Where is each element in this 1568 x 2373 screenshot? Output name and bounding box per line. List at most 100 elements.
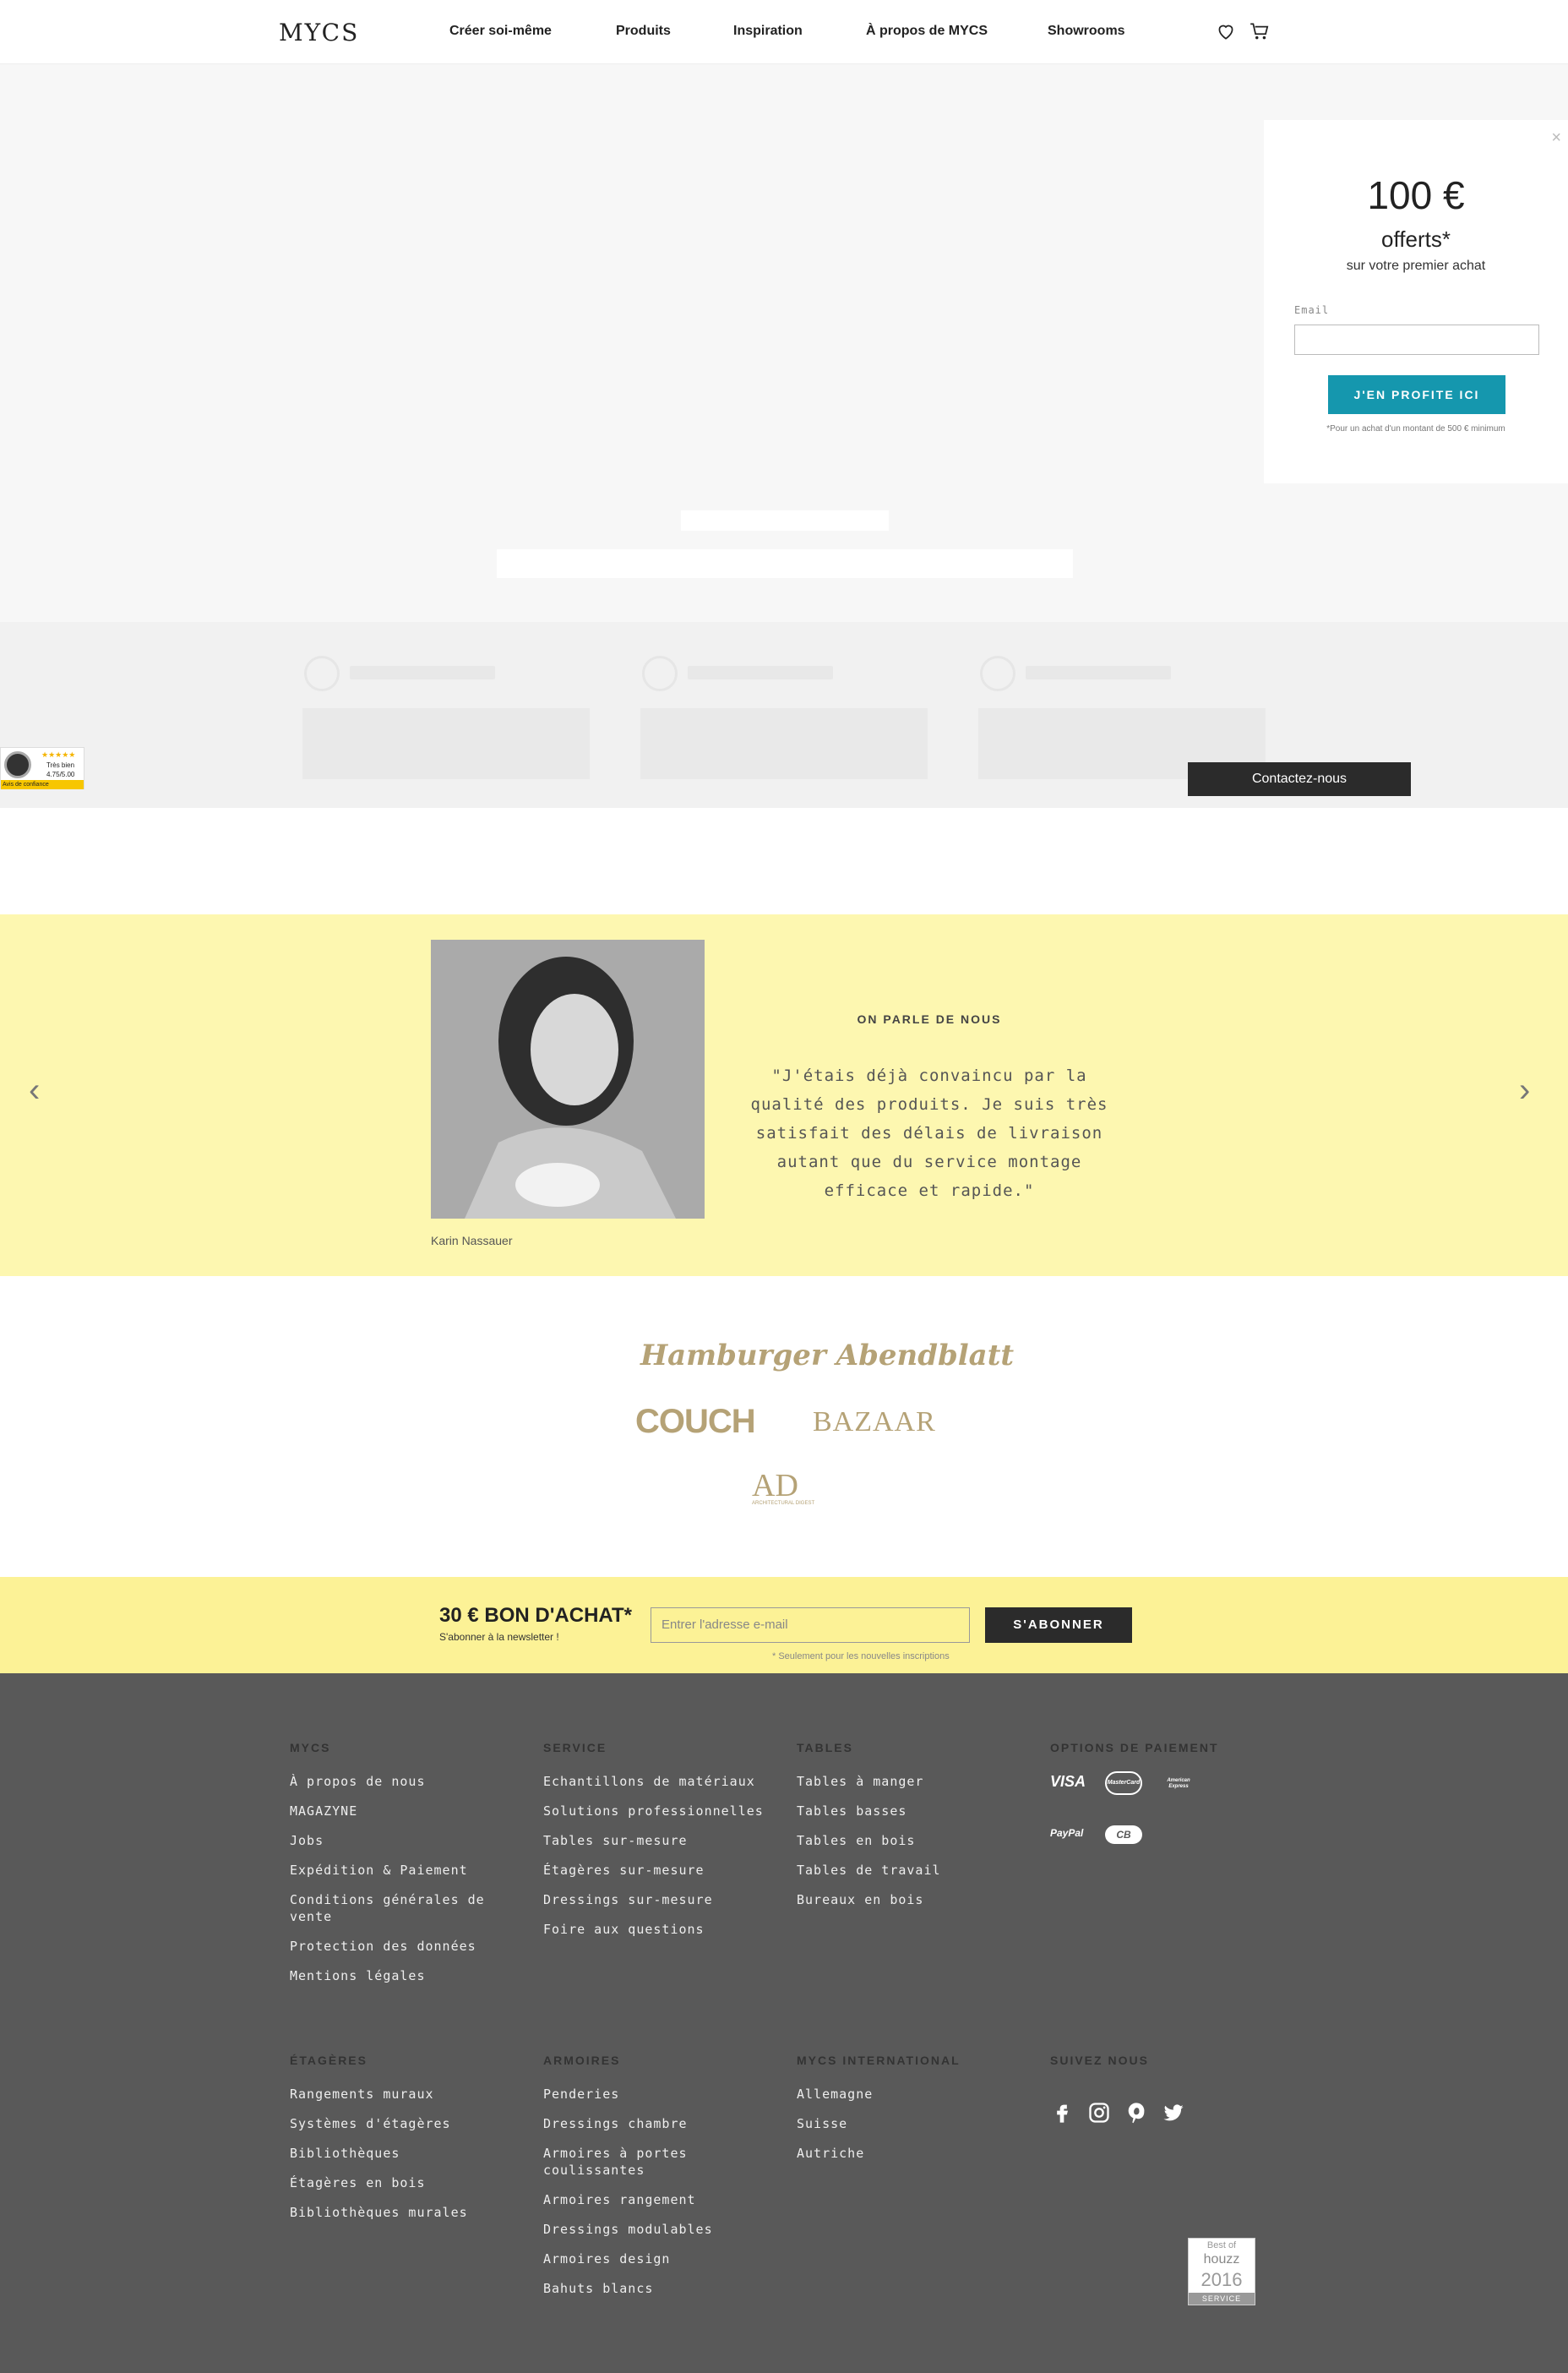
footer-link[interactable]: Allemagne [797,2086,1016,2103]
footer-link[interactable]: Bureaux en bois [797,1891,1016,1908]
footer-link[interactable]: À propos de nous [290,1773,509,1790]
footer-link[interactable]: Tables sur-mesure [543,1832,788,1849]
houzz-year: 2016 [1200,2269,1243,2290]
chevron-left-icon[interactable]: ‹ [29,1072,40,1110]
nav-inspiration[interactable]: Inspiration [733,24,803,39]
footer-heading-tables: TABLES [797,1741,853,1754]
footer-link[interactable]: Dressings modulables [543,2221,729,2238]
press-logo-couch: COUCH [635,1403,756,1440]
popup-subtitle: sur votre premier achat [1346,259,1486,273]
contact-button[interactable]: Contactez-nous [1188,762,1411,796]
footer-link[interactable]: Tables de travail [797,1862,1016,1879]
paypal-icon: PayPal [1050,1827,1084,1839]
footer-link[interactable]: Jobs [290,1832,509,1849]
footer-link[interactable]: Étagères en bois [290,2174,509,2191]
hero-title-skeleton [681,510,889,531]
site-logo[interactable]: MYCS [279,19,359,46]
footer-link[interactable]: Conditions générales de vente [290,1891,509,1925]
trust-score: 4.75/5.00 [46,771,75,778]
footer-heading-shelves: ÉTAGÈRES [290,2054,368,2067]
footer-list-international: Allemagne Suisse Autriche [797,2086,1016,2174]
footer-link[interactable]: Tables basses [797,1803,1016,1819]
footer-link[interactable]: Armoires design [543,2250,729,2267]
footer-link[interactable]: Dressings sur-mesure [543,1891,788,1908]
footer-link[interactable]: Armoires à portes coulissantes [543,2145,729,2179]
trust-badge[interactable]: ★★★★★ Très bien 4.75/5.00 Avis de confia… [0,747,84,789]
stars-icon: ★★★★★ [41,750,76,759]
footer-link[interactable]: Systèmes d'étagères [290,2115,509,2132]
nav-products[interactable]: Produits [616,24,671,39]
footer-link[interactable]: MAGAZYNE [290,1803,509,1819]
houzz-logo: houzz [1203,2252,1240,2267]
newsletter-email-input[interactable]: Entrer l'adresse e-mail [651,1607,970,1643]
footer-link[interactable]: Bahuts blancs [543,2280,729,2297]
footer-list-shelves: Rangements muraux Systèmes d'étagères Bi… [290,2086,509,2234]
amex-icon: American Express [1167,1778,1190,1789]
footer-link[interactable]: Mentions légales [290,1967,509,1984]
footer-heading-mycs: MYCS [290,1741,331,1754]
discount-popup: × 100 € offerts* sur votre premier achat… [1264,120,1568,483]
footer-link[interactable]: Echantillons de matériaux [543,1773,788,1790]
footer-heading-wardrobes: ARMOIRES [543,2054,621,2067]
site-header: MYCS Créer soi-même Produits Inspiration… [0,0,1568,64]
footer-link[interactable]: Expédition & Paiement [290,1862,509,1879]
review-name-skeleton [350,666,495,679]
chevron-right-icon[interactable]: › [1519,1072,1530,1110]
footer-link[interactable]: Bibliothèques murales [290,2204,509,2221]
footer-list-mycs: À propos de nous MAGAZYNE Jobs Expéditio… [290,1773,509,1997]
popup-cta-button[interactable]: J'EN PROFITE ICI [1328,375,1505,414]
footer-link[interactable]: Armoires rangement [543,2191,729,2208]
newsletter-section: 30 € BON D'ACHAT* S'abonner à la newslet… [0,1577,1568,1673]
review-avatar-skeleton [642,656,678,691]
footer-link[interactable]: Suisse [797,2115,1016,2132]
press-logo-bazaar: BAZAAR [813,1406,936,1437]
press-section: Hamburger Abendblatt COUCH BAZAAR AD ARC… [0,1276,1568,1577]
review-text-skeleton [640,708,928,779]
review-name-skeleton [1026,666,1171,679]
footer-link[interactable]: Bibliothèques [290,2145,509,2162]
review-avatar-skeleton [304,656,340,691]
footer-heading-payment: OPTIONS DE PAIEMENT [1050,1741,1219,1754]
nav-create[interactable]: Créer soi-même [449,24,552,39]
houzz-line1: Best of [1206,2240,1237,2250]
newsletter-fine-print: * Seulement pour les nouvelles inscripti… [772,1651,950,1661]
footer-link[interactable]: Penderies [543,2086,729,2103]
footer-link[interactable]: Dressings chambre [543,2115,729,2132]
nav-showrooms[interactable]: Showrooms [1048,24,1125,39]
close-icon[interactable]: × [1551,128,1561,148]
footer-link[interactable]: Protection des données [290,1938,509,1955]
testimonial-title: ON PARLE DE NOUS [857,1012,1002,1026]
footer-link[interactable]: Étagères sur-mesure [543,1862,788,1879]
trust-seal-icon [4,751,31,778]
popup-email-field[interactable] [1294,325,1539,355]
press-logo-ad-sub: ARCHITECTURAL DIGEST [752,1501,815,1506]
instagram-icon[interactable] [1087,2101,1111,2125]
footer-link[interactable]: Autriche [797,2145,1016,2162]
facebook-icon[interactable] [1050,2101,1074,2125]
houzz-label: SERVICE [1189,2293,1255,2305]
nav-about[interactable]: À propos de MYCS [866,24,988,39]
heart-icon[interactable] [1215,20,1237,42]
footer-link[interactable]: Foire aux questions [543,1921,788,1938]
footer-link[interactable]: Tables en bois [797,1832,1016,1849]
twitter-icon[interactable] [1162,2101,1185,2125]
footer-heading-international: MYCS INTERNATIONAL [797,2054,961,2067]
mastercard-icon: MasterCard [1105,1771,1142,1795]
footer-link[interactable]: Tables à manger [797,1773,1016,1790]
newsletter-subscribe-button[interactable]: S'ABONNER [985,1607,1132,1643]
footer-heading-follow: SUIVEZ NOUS [1050,2054,1149,2067]
review-text-skeleton [302,708,590,779]
pinterest-icon[interactable] [1124,2101,1148,2125]
footer-link[interactable]: Rangements muraux [290,2086,509,2103]
press-logo-ad: AD [752,1468,798,1503]
footer-list-wardrobes: Penderies Dressings chambre Armoires à p… [543,2086,729,2310]
footer-list-tables: Tables à manger Tables basses Tables en … [797,1773,1016,1921]
visa-icon: VISA [1050,1773,1086,1790]
footer-list-service: Echantillons de matériaux Solutions prof… [543,1773,788,1950]
review-avatar-skeleton [980,656,1015,691]
press-logo-hamburger: Hamburger Abendblatt [640,1339,1015,1372]
trust-rating-text: Très bien [46,761,75,769]
cart-icon[interactable] [1249,20,1271,42]
houzz-award-badge: Best of houzz 2016 SERVICE [1188,2238,1255,2305]
footer-link[interactable]: Solutions professionnelles [543,1803,788,1819]
